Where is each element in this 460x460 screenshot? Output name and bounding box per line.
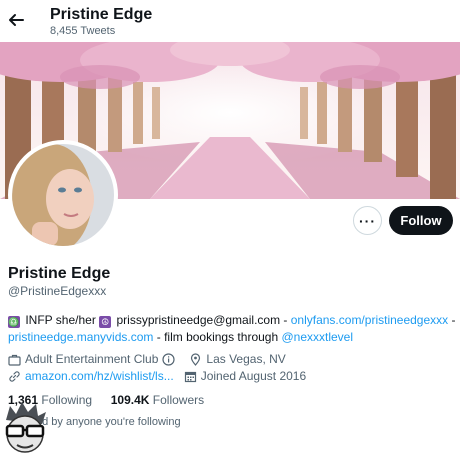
more-options-button[interactable]: ··· bbox=[353, 206, 382, 235]
back-arrow-icon[interactable] bbox=[6, 10, 26, 30]
follow-button[interactable]: Follow bbox=[389, 206, 453, 235]
followers-label: Followers bbox=[149, 393, 205, 407]
top-bar: Pristine Edge 8,455 Tweets bbox=[0, 0, 460, 42]
bio-link-mention[interactable]: @nexxxtlevel bbox=[281, 330, 353, 344]
followed-by-note: ed by anyone you're following bbox=[36, 416, 181, 428]
calendar-icon bbox=[184, 370, 197, 383]
bio-text: prissypristineedge@gmail.com - bbox=[113, 313, 291, 327]
bio-link-onlyfans[interactable]: onlyfans.com/pristineedgexxx bbox=[291, 313, 448, 327]
briefcase-icon bbox=[8, 353, 21, 366]
avatar[interactable] bbox=[8, 140, 118, 250]
bio-text: - film bookings through bbox=[153, 330, 282, 344]
followers-count: 109.4K bbox=[110, 393, 150, 407]
bio-text: - bbox=[448, 313, 456, 327]
tweet-count: 8,455 Tweets bbox=[50, 25, 116, 37]
profile-website-link[interactable]: amazon.com/hz/wishlist/ls... bbox=[25, 369, 174, 383]
profile-meta-row: amazon.com/hz/wishlist/ls... Joined Augu… bbox=[8, 369, 306, 383]
bio-link-manyvids[interactable]: pristineedge.manyvids.com bbox=[8, 330, 153, 344]
location-pin-icon bbox=[189, 352, 202, 366]
profile-meta-row: Adult Entertainment Club Las Vegas, NV bbox=[8, 352, 286, 366]
page-title: Pristine Edge bbox=[50, 6, 153, 23]
profile-joined-date: Joined August 2016 bbox=[200, 369, 307, 383]
bio-text: INFP she/her bbox=[22, 313, 100, 327]
profile-name: Pristine Edge bbox=[8, 265, 111, 282]
link-icon bbox=[8, 370, 21, 383]
peace-icon: ☮ bbox=[99, 316, 112, 328]
profile-handle: @PristineEdgexxx bbox=[8, 284, 107, 298]
profile-bio: ♎ INFP she/her ☮ prissypristineedge@gmai… bbox=[8, 312, 456, 346]
mascot-watermark-icon bbox=[0, 400, 50, 456]
profile-category: Adult Entertainment Club bbox=[25, 352, 159, 366]
followers-link[interactable]: 109.4K Followers bbox=[111, 393, 204, 407]
libra-icon: ♎ bbox=[8, 316, 20, 328]
info-icon[interactable] bbox=[162, 352, 176, 366]
profile-location: Las Vegas, NV bbox=[206, 352, 286, 366]
